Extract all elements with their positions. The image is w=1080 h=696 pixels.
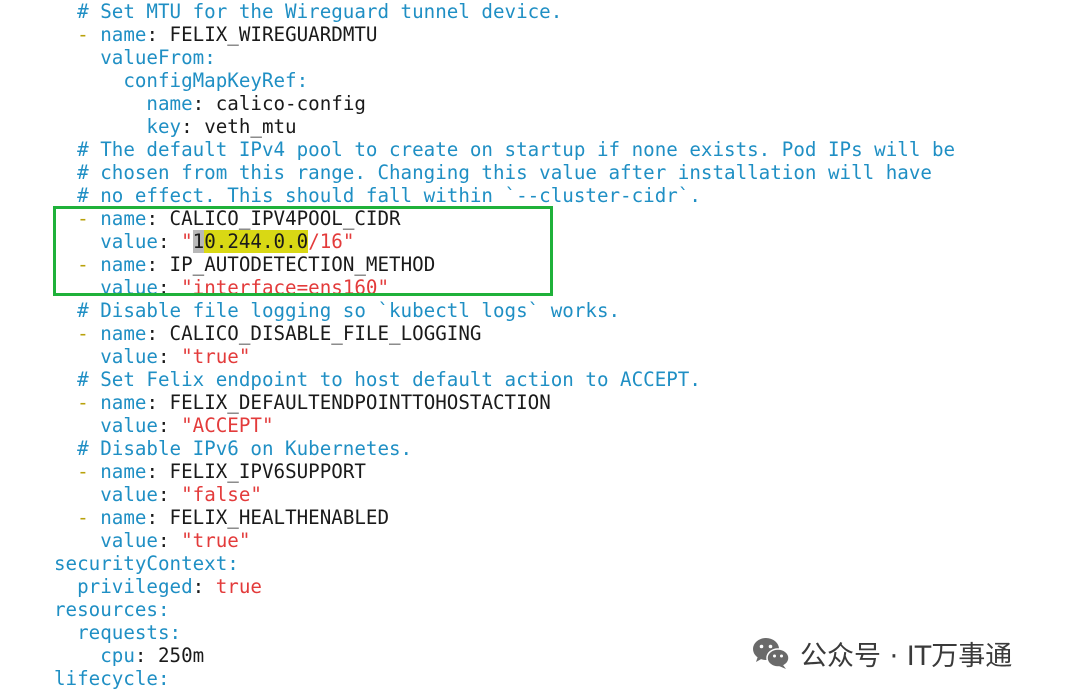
yaml-key: name xyxy=(100,322,147,345)
code-line: valueFrom: xyxy=(100,46,216,69)
code-line: configMapKeyRef: xyxy=(123,69,309,92)
code-editor[interactable]: # Set MTU for the Wireguard tunnel devic… xyxy=(0,0,1080,696)
yaml-value: CALICO_DISABLE_FILE_LOGGING xyxy=(169,322,482,345)
yaml-value: 250m xyxy=(157,644,205,667)
code-line: # Disable file logging so `kubectl logs`… xyxy=(54,299,620,322)
code-line: - name: FELIX_DEFAULTENDPOINTTOHOSTACTIO… xyxy=(77,391,551,414)
yaml-value: FELIX_HEALTHENABLED xyxy=(169,506,390,529)
wechat-icon xyxy=(753,638,790,669)
code-line: cpu: 250m xyxy=(100,644,205,667)
code-line: # chosen from this range. Changing this … xyxy=(54,161,932,184)
comment: # Disable file logging so `kubectl logs`… xyxy=(77,299,621,322)
code-line: # no effect. This should fall within `--… xyxy=(54,184,701,207)
comment: # Set Felix endpoint to host default act… xyxy=(77,368,701,391)
yaml-value: FELIX_WIREGUARDMTU xyxy=(169,23,378,46)
yaml-key: value xyxy=(100,414,158,437)
code-line: value: "false" xyxy=(100,483,262,506)
code-line: # Disable IPv6 on Kubernetes. xyxy=(54,437,412,460)
yaml-key: securityContext xyxy=(54,552,228,575)
yaml-value: FELIX_IPV6SUPPORT xyxy=(169,460,366,483)
yaml-key: name xyxy=(100,506,147,529)
yaml-key: name xyxy=(100,391,147,414)
yaml-key: lifecycle xyxy=(54,667,158,690)
yaml-key: requests xyxy=(77,621,170,644)
annotation-box xyxy=(53,206,553,296)
code-line: value: "ACCEPT" xyxy=(100,414,274,437)
code-line: requests: xyxy=(77,621,182,644)
yaml-key: resources xyxy=(54,598,158,621)
yaml-key: name xyxy=(100,460,147,483)
yaml-key: key xyxy=(146,115,182,138)
yaml-value: veth_mtu xyxy=(204,115,297,138)
code-line: key: veth_mtu xyxy=(146,115,297,138)
code-line: securityContext: xyxy=(54,552,239,575)
yaml-string: "true" xyxy=(181,345,251,368)
yaml-key: name xyxy=(100,23,147,46)
yaml-string: "false" xyxy=(181,483,262,506)
yaml-value: calico-config xyxy=(215,92,366,115)
code-line: name: calico-config xyxy=(146,92,366,115)
yaml-value: FELIX_DEFAULTENDPOINTTOHOSTACTION xyxy=(169,391,551,414)
watermark-text: 公众号 · IT万事通 xyxy=(800,640,1013,672)
yaml-key: value xyxy=(100,345,158,368)
code-line: lifecycle: xyxy=(54,667,170,690)
code-line: # Set Felix endpoint to host default act… xyxy=(54,368,701,391)
code-line: - name: FELIX_IPV6SUPPORT xyxy=(77,460,366,483)
code-line: - name: FELIX_HEALTHENABLED xyxy=(77,506,390,529)
yaml-key: name xyxy=(146,92,193,115)
yaml-bool: true xyxy=(215,575,262,598)
yaml-key: cpu xyxy=(100,644,135,667)
yaml-key: value xyxy=(100,483,158,506)
yaml-key: value xyxy=(100,529,158,552)
yaml-key: configMapKeyRef xyxy=(123,69,297,92)
code-line: # The default IPv4 pool to create on sta… xyxy=(54,138,955,161)
yaml-string: "ACCEPT" xyxy=(181,414,274,437)
comment: # chosen from this range. Changing this … xyxy=(77,161,932,184)
comment: # Set MTU for the Wireguard tunnel devic… xyxy=(77,0,563,23)
comment: # The default IPv4 pool to create on sta… xyxy=(77,138,956,161)
watermark: 公众号 · IT万事通 xyxy=(752,628,1012,678)
comment: # Disable IPv6 on Kubernetes. xyxy=(77,437,413,460)
code-line: value: "true" xyxy=(100,529,251,552)
comment: # no effect. This should fall within `--… xyxy=(77,184,701,207)
code-line: resources: xyxy=(54,598,170,621)
yaml-key: privileged xyxy=(77,575,193,598)
code-line: - name: FELIX_WIREGUARDMTU xyxy=(77,23,378,46)
code-line: - name: CALICO_DISABLE_FILE_LOGGING xyxy=(77,322,482,345)
code-line: # Set MTU for the Wireguard tunnel devic… xyxy=(54,0,562,23)
yaml-key: valueFrom xyxy=(100,46,205,69)
code-line: privileged: true xyxy=(77,575,262,598)
code-line: value: "true" xyxy=(100,345,251,368)
yaml-string: "true" xyxy=(181,529,251,552)
